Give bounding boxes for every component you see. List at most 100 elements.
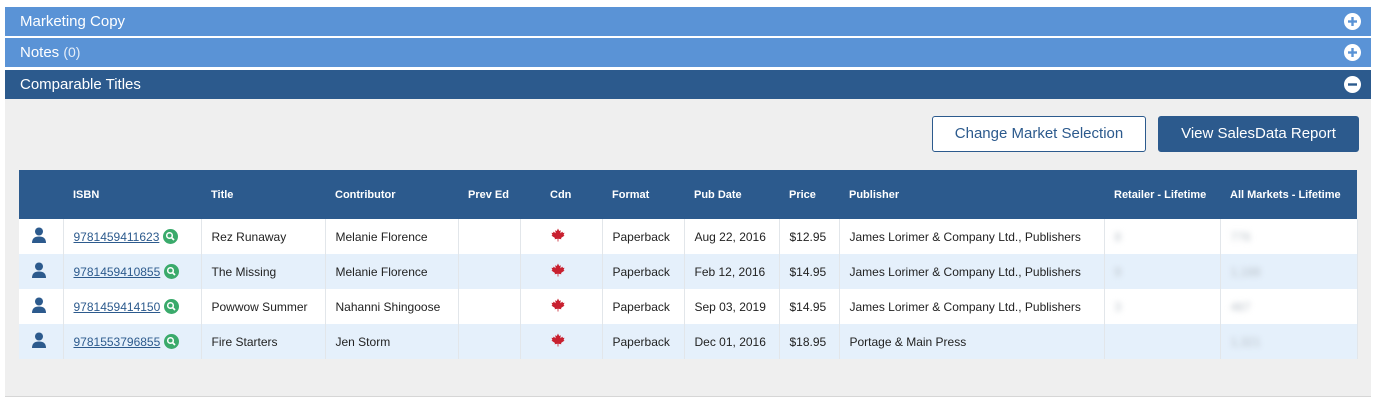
- title-cell: Rez Runaway: [201, 219, 326, 254]
- search-icon[interactable]: [164, 334, 180, 349]
- section-bottom-divider: [5, 396, 1371, 397]
- person-icon[interactable]: [31, 227, 47, 243]
- search-icon[interactable]: [164, 299, 180, 314]
- pub-date-cell: Dec 01, 2016: [684, 324, 780, 359]
- search-icon[interactable]: [164, 264, 180, 279]
- col-header-publisher[interactable]: Publisher: [839, 170, 1104, 219]
- isbn-link[interactable]: 9781553796855: [74, 335, 161, 349]
- prev-ed-cell: [458, 289, 521, 324]
- person-icon[interactable]: [31, 332, 47, 348]
- all-markets-lifetime-value: 1,188: [1230, 264, 1261, 279]
- all-markets-lifetime-cell: 1,321: [1220, 324, 1358, 359]
- col-header-icon: [19, 170, 63, 219]
- row-icon-cell: [19, 324, 64, 359]
- expand-plus-icon[interactable]: [1344, 13, 1361, 30]
- prev-ed-cell: [458, 254, 521, 289]
- cdn-cell: [520, 324, 603, 359]
- table-row[interactable]: 9781459414150 Powwow Summer Nahanni Shin…: [19, 289, 1358, 324]
- price-cell: $14.95: [779, 289, 840, 324]
- publisher-cell: James Lorimer & Company Ltd., Publishers: [839, 254, 1105, 289]
- title-cell: The Missing: [201, 254, 326, 289]
- contributor-cell: Jen Storm: [325, 324, 459, 359]
- panel-title: Comparable Titles: [20, 76, 141, 93]
- search-icon[interactable]: [163, 229, 179, 244]
- pub-date-cell: Sep 03, 2019: [684, 289, 780, 324]
- panel-notes[interactable]: Notes (0): [5, 38, 1371, 67]
- contributor-cell: Melanie Florence: [325, 219, 459, 254]
- person-icon[interactable]: [31, 297, 47, 313]
- publisher-cell: James Lorimer & Company Ltd., Publishers: [839, 289, 1105, 324]
- cdn-cell: [520, 254, 603, 289]
- pub-date-cell: Aug 22, 2016: [684, 219, 780, 254]
- retailer-lifetime-cell: 3: [1104, 289, 1221, 324]
- isbn-link[interactable]: 9781459410855: [74, 265, 161, 279]
- prev-ed-cell: [458, 324, 521, 359]
- col-header-contributor[interactable]: Contributor: [325, 170, 458, 219]
- maple-leaf-icon: [551, 263, 564, 277]
- expand-plus-icon[interactable]: [1344, 44, 1361, 61]
- retailer-lifetime-cell: [1104, 324, 1221, 359]
- row-icon-cell: [19, 219, 64, 254]
- contributor-cell: Melanie Florence: [325, 254, 459, 289]
- all-markets-lifetime-cell: 487: [1220, 289, 1358, 324]
- all-markets-lifetime-cell: 776: [1220, 219, 1358, 254]
- person-icon[interactable]: [31, 262, 47, 278]
- comparable-titles-table: ISBN Title Contributor Prev Ed Cdn Forma…: [19, 170, 1358, 359]
- all-markets-lifetime-cell: 1,188: [1220, 254, 1358, 289]
- retailer-lifetime-value: 3: [1114, 299, 1122, 314]
- title-cell: Powwow Summer: [201, 289, 326, 324]
- publisher-cell: Portage & Main Press: [839, 324, 1105, 359]
- notes-count: (0): [63, 44, 81, 60]
- cdn-cell: [520, 219, 603, 254]
- view-salesdata-report-button[interactable]: View SalesData Report: [1158, 116, 1359, 152]
- isbn-cell: 9781459411623: [63, 219, 202, 254]
- publisher-cell: James Lorimer & Company Ltd., Publishers: [839, 219, 1105, 254]
- isbn-link[interactable]: 9781459411623: [74, 230, 160, 244]
- change-market-selection-button[interactable]: Change Market Selection: [932, 116, 1146, 152]
- retailer-lifetime-value: 8: [1114, 229, 1122, 244]
- all-markets-lifetime-value: 487: [1230, 299, 1251, 314]
- contributor-cell: Nahanni Shingoose: [325, 289, 459, 324]
- col-header-title[interactable]: Title: [201, 170, 325, 219]
- col-header-prev-ed[interactable]: Prev Ed: [458, 170, 520, 219]
- collapse-minus-icon[interactable]: [1344, 76, 1361, 93]
- retailer-lifetime-cell: 9: [1104, 254, 1221, 289]
- table-row[interactable]: 9781459411623 Rez Runaway Melanie Floren…: [19, 219, 1358, 254]
- table-row[interactable]: 9781459410855 The Missing Melanie Floren…: [19, 254, 1358, 289]
- panel-marketing-copy[interactable]: Marketing Copy: [5, 7, 1371, 36]
- pub-date-cell: Feb 12, 2016: [684, 254, 780, 289]
- price-cell: $18.95: [779, 324, 840, 359]
- col-header-pub-date[interactable]: Pub Date: [684, 170, 779, 219]
- maple-leaf-icon: [551, 333, 564, 347]
- prev-ed-cell: [458, 219, 521, 254]
- price-cell: $14.95: [779, 254, 840, 289]
- isbn-cell: 9781459410855: [63, 254, 202, 289]
- table-header-row: ISBN Title Contributor Prev Ed Cdn Forma…: [19, 170, 1357, 219]
- format-cell: Paperback: [602, 324, 685, 359]
- col-header-isbn[interactable]: ISBN: [63, 170, 201, 219]
- isbn-cell: 9781459414150: [63, 289, 202, 324]
- price-cell: $12.95: [779, 219, 840, 254]
- maple-leaf-icon: [551, 228, 564, 242]
- format-cell: Paperback: [602, 289, 685, 324]
- col-header-price[interactable]: Price: [779, 170, 839, 219]
- col-header-cdn[interactable]: Cdn: [520, 170, 602, 219]
- format-cell: Paperback: [602, 254, 685, 289]
- panel-comparable-titles[interactable]: Comparable Titles: [5, 70, 1371, 99]
- format-cell: Paperback: [602, 219, 685, 254]
- isbn-cell: 9781553796855: [63, 324, 202, 359]
- cdn-cell: [520, 289, 603, 324]
- table-row[interactable]: 9781553796855 Fire Starters Jen Storm Pa…: [19, 324, 1358, 359]
- col-header-format[interactable]: Format: [602, 170, 684, 219]
- col-header-retailer-lifetime[interactable]: Retailer - Lifetime: [1104, 170, 1220, 219]
- maple-leaf-icon: [551, 298, 564, 312]
- all-markets-lifetime-value: 776: [1230, 229, 1251, 244]
- panel-title: Marketing Copy: [20, 13, 126, 30]
- retailer-lifetime-cell: 8: [1104, 219, 1221, 254]
- retailer-lifetime-value: 9: [1114, 264, 1122, 279]
- row-icon-cell: [19, 289, 64, 324]
- col-header-all-markets-lifetime[interactable]: All Markets - Lifetime: [1220, 170, 1357, 219]
- title-cell: Fire Starters: [201, 324, 326, 359]
- all-markets-lifetime-value: 1,321: [1230, 334, 1261, 349]
- isbn-link[interactable]: 9781459414150: [74, 300, 161, 314]
